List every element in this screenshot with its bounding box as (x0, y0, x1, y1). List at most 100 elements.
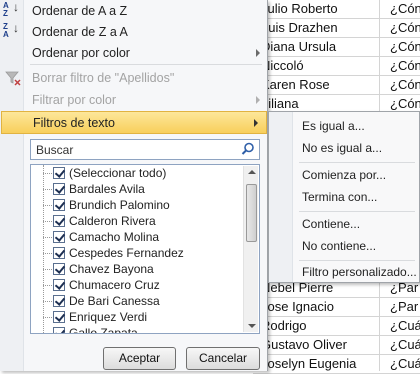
list-item[interactable]: Bardales Avila (31, 181, 241, 197)
search-input[interactable] (34, 141, 234, 158)
list-item[interactable]: Cespedes Fernandez (31, 245, 241, 261)
text-filters-submenu: Es igual a... No es igual a... Comienza … (268, 111, 420, 283)
search-icon[interactable] (241, 142, 255, 156)
ends-with-item[interactable]: Termina con... (269, 186, 419, 208)
list-item[interactable]: (Seleccionar todo) (31, 165, 241, 181)
accept-button[interactable]: Aceptar (103, 347, 176, 370)
clear-filter-label: Borrar filtro de "Apellidos" (32, 71, 175, 85)
sheet-row[interactable]: Niccoló ¿Cón (253, 57, 420, 76)
checkbox[interactable] (53, 167, 65, 179)
equals-item[interactable]: Es igual a... (269, 115, 419, 137)
checkbox[interactable] (53, 231, 65, 243)
contains-item[interactable]: Contiene... (269, 213, 419, 235)
name-cell[interactable]: Jose Ignacio (261, 299, 334, 314)
name-cell[interactable]: Joselyn Eugenia (261, 356, 356, 371)
begins-with-label: Comienza por... (302, 168, 387, 182)
question-cell[interactable]: ¿Cón (390, 1, 420, 16)
question-cell[interactable]: ¿Cón (390, 39, 420, 54)
name-cell[interactable]: Gustavo Oliver (261, 337, 347, 352)
question-cell[interactable]: ¿Cuá (390, 318, 420, 333)
list-item-label: Calderon Rivera (69, 214, 156, 228)
submenu-arrow-icon (256, 49, 260, 57)
sheet-row[interactable]: Karen Rose ¿Cón (253, 76, 420, 95)
text-filters-item[interactable]: Filtros de texto (1, 111, 267, 134)
question-cell[interactable]: ¿Cón (390, 58, 420, 73)
question-cell[interactable]: ¿Par (390, 299, 418, 314)
begins-with-item[interactable]: Comienza por... (269, 164, 419, 186)
submenu-separator (299, 211, 415, 212)
vertical-scrollbar[interactable] (243, 166, 258, 332)
sort-by-color-label: Ordenar por color (32, 46, 130, 60)
filter-by-color-item[interactable]: Filtrar por color (0, 89, 268, 112)
list-item-label: Camacho Molina (69, 230, 160, 244)
list-item[interactable]: Camacho Molina (31, 229, 241, 245)
checkbox[interactable] (53, 247, 65, 259)
not-contains-item[interactable]: No contiene... (269, 235, 419, 257)
sheet-row[interactable]: Jose Ignacio ¿Par (253, 298, 420, 317)
name-cell[interactable]: Luis Drazhen (261, 20, 338, 35)
list-item-label: Chavez Bayona (69, 262, 154, 276)
sheet-row[interactable]: Diana Ursula ¿Cón (253, 38, 420, 57)
not-equals-item[interactable]: No es igual a... (269, 137, 419, 159)
checkbox[interactable] (53, 263, 65, 275)
question-cell[interactable]: ¿Cón (390, 77, 420, 92)
list-item-label: De Bari Canessa (69, 294, 160, 308)
scroll-up-icon[interactable] (248, 170, 256, 174)
list-item[interactable]: Gallo Zapata (31, 325, 241, 334)
question-cell[interactable]: ¿Cuá (390, 337, 420, 352)
checkbox[interactable] (53, 295, 65, 307)
clear-filter-icon (5, 70, 21, 86)
list-item[interactable]: Chavez Bayona (31, 261, 241, 277)
name-cell[interactable]: Julio Roberto (261, 1, 338, 16)
equals-label: Es igual a... (302, 119, 365, 133)
name-cell[interactable]: Diana Ursula (261, 39, 336, 54)
sheet-row[interactable]: Joselyn Eugenia ¿Cuá (253, 355, 420, 374)
sort-az-icon: A Z ↓ (3, 0, 19, 18)
cancel-button[interactable]: Cancelar (186, 347, 260, 370)
sheet-row[interactable]: Gustavo Oliver ¿Cuá (253, 336, 420, 355)
sort-az-item[interactable]: A Z ↓ Ordenar de A a Z (0, 0, 268, 23)
list-item-label: Cespedes Fernandez (69, 246, 184, 260)
sort-za-item[interactable]: Z A ↓ Ordenar de Z a A (0, 21, 268, 44)
search-box[interactable] (30, 139, 260, 160)
sort-by-color-item[interactable]: Ordenar por color (0, 42, 268, 65)
sheet-row[interactable]: Julio Roberto ¿Cón (253, 0, 420, 19)
checkbox[interactable] (53, 279, 65, 291)
checkbox[interactable] (53, 199, 65, 211)
list-item[interactable]: Chumacero Cruz (31, 277, 241, 293)
contains-label: Contiene... (302, 217, 361, 231)
custom-filter-item[interactable]: Filtro personalizado... (269, 261, 419, 283)
list-item-label: (Seleccionar todo) (69, 166, 167, 180)
list-item-label: Brundich Palomino (69, 198, 170, 212)
submenu-arrow-icon (254, 119, 258, 127)
list-item[interactable]: Calderon Rivera (31, 213, 241, 229)
sheet-row[interactable]: Rodrigo ¿Cuá (253, 317, 420, 336)
question-cell[interactable]: ¿Cón (390, 20, 420, 35)
clear-filter-item[interactable]: Borrar filtro de "Apellidos" (0, 67, 268, 90)
checkbox[interactable] (53, 215, 65, 227)
question-cell[interactable]: ¿Cón (390, 96, 420, 111)
list-item-label: Gallo Zapata (69, 326, 138, 334)
list-item-label: Chumacero Cruz (69, 278, 160, 292)
list-item-label: Enriquez Verdi (69, 310, 148, 324)
list-item-label: Bardales Avila (69, 182, 145, 196)
question-cell[interactable]: ¿Cuá (390, 356, 420, 371)
list-item[interactable]: Brundich Palomino (31, 197, 241, 213)
list-item[interactable]: De Bari Canessa (31, 293, 241, 309)
submenu-arrow-icon (256, 96, 260, 104)
scroll-down-icon[interactable] (248, 324, 256, 328)
list-item[interactable]: Enriquez Verdi (31, 309, 241, 325)
value-checklist[interactable]: (Seleccionar todo) Bardales Avila Brundi… (30, 164, 260, 334)
filter-by-color-label: Filtrar por color (32, 93, 117, 107)
menu-separator (30, 64, 262, 65)
name-cell[interactable]: Karen Rose (261, 77, 330, 92)
sheet-row[interactable]: Luis Drazhen ¿Cón (253, 19, 420, 38)
checkbox[interactable] (53, 327, 65, 333)
checkbox[interactable] (53, 183, 65, 195)
custom-filter-label: Filtro personalizado... (302, 265, 417, 279)
scrollbar-thumb[interactable] (246, 184, 257, 242)
sort-az-label: Ordenar de A a Z (32, 4, 128, 18)
not-contains-label: No contiene... (302, 239, 377, 253)
checkbox[interactable] (53, 311, 65, 323)
ends-with-label: Termina con... (302, 190, 378, 204)
